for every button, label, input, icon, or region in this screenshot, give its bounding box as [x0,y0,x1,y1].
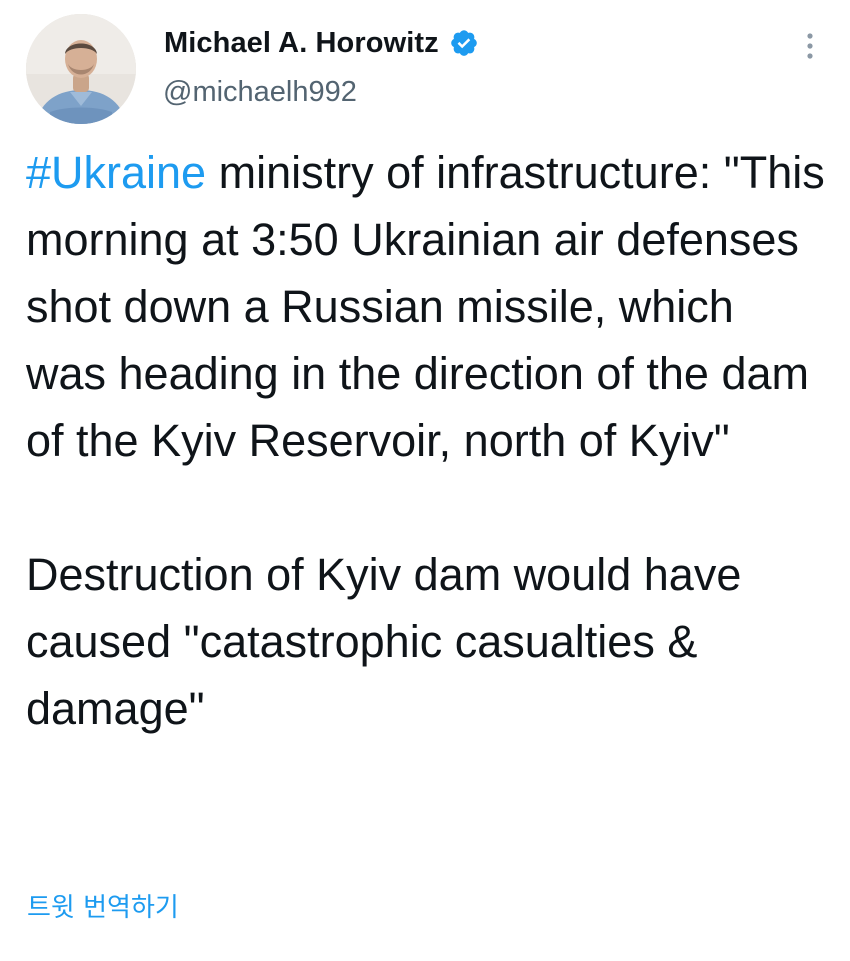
verified-badge-icon [449,28,479,58]
tweet-paragraph-2: Destruction of Kyiv dam would have cause… [26,549,754,734]
avatar[interactable] [26,14,136,124]
more-vertical-icon[interactable] [796,28,824,64]
tweet-text: #Ukraine ministry of infrastructure: "Th… [26,139,826,742]
author-handle[interactable]: @michaelh992 [163,76,357,109]
hashtag-link[interactable]: #Ukraine [26,147,206,198]
avatar-photo [26,14,136,124]
tweet-card: Michael A. Horowitz @michaelh992 #Ukrain… [0,0,850,961]
display-name[interactable]: Michael A. Horowitz [164,27,439,60]
display-name-row: Michael A. Horowitz [164,24,479,62]
translate-tweet-link[interactable]: 트윗 번역하기 [27,887,179,924]
